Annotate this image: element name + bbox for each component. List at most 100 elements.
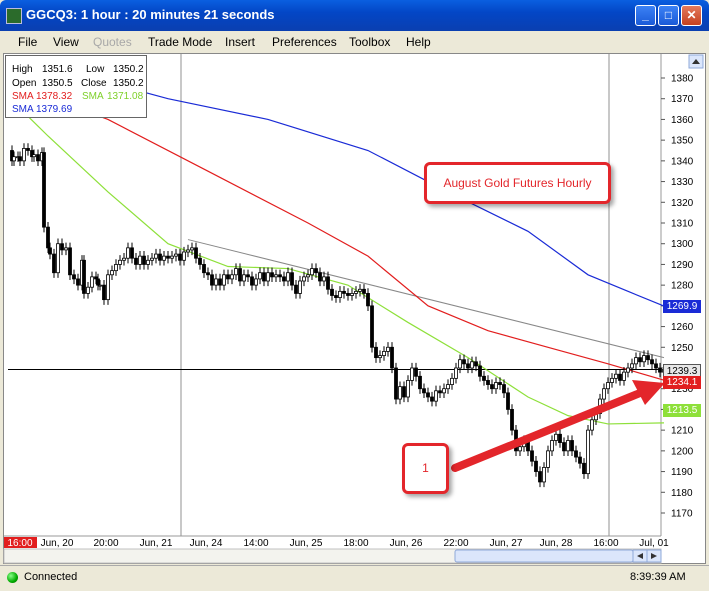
candle-body xyxy=(506,392,510,410)
candle-body xyxy=(142,255,146,265)
candle-body xyxy=(438,390,442,394)
candle-body xyxy=(278,274,282,278)
candle-body xyxy=(430,396,434,402)
candle-body xyxy=(406,380,410,398)
candle-body xyxy=(366,293,370,307)
candle-body xyxy=(474,361,478,367)
y-tick-label: 1320 xyxy=(671,198,694,209)
x-tick-label: Jun, 21 xyxy=(140,538,173,549)
candle-body xyxy=(242,274,246,282)
candle-body xyxy=(326,276,330,290)
candle-body xyxy=(390,346,394,369)
candle-body xyxy=(358,288,362,292)
candle-body xyxy=(96,278,100,286)
annotation-marker-1: 1 xyxy=(402,443,449,494)
candle-body xyxy=(518,446,522,452)
candle-body xyxy=(18,156,22,162)
candle-body xyxy=(470,361,474,369)
x-tick-label: 16:00 xyxy=(7,538,32,549)
x-tick-label: 22:00 xyxy=(443,538,468,549)
candle-body xyxy=(314,268,318,274)
candle-body xyxy=(370,305,374,348)
candle-body xyxy=(634,357,638,365)
x-tick-label: Jun, 24 xyxy=(190,538,223,549)
candle-body xyxy=(582,462,586,475)
candle-body xyxy=(68,247,72,276)
candle-body xyxy=(446,384,450,390)
y-tick-label: 1310 xyxy=(671,219,694,230)
candle-body xyxy=(434,390,438,402)
candle-body xyxy=(270,272,274,278)
candle-body xyxy=(478,365,482,377)
open-value: 1350.5 xyxy=(42,78,73,89)
connection-status-icon xyxy=(7,572,18,583)
candle-body xyxy=(174,253,178,257)
candle-body xyxy=(342,290,346,294)
candle-body xyxy=(542,467,546,483)
y-tick-label: 1300 xyxy=(671,239,694,250)
sma-blue-value: 1379.69 xyxy=(36,104,73,115)
candle-body xyxy=(338,290,342,298)
candle-body xyxy=(86,286,90,294)
candle-body xyxy=(130,247,134,259)
candle-body xyxy=(178,253,182,261)
scrollbar-thumb[interactable] xyxy=(454,549,634,563)
sma-green-line xyxy=(7,96,665,425)
sma-green-label: SMA xyxy=(82,91,104,102)
sma-blue-price-tag: 1269.9 xyxy=(663,300,701,313)
y-tick-label: 1380 xyxy=(671,74,694,85)
y-tick-label: 1210 xyxy=(671,426,694,437)
candle-body xyxy=(458,359,462,369)
candle-body xyxy=(350,293,354,296)
candle-body xyxy=(386,346,390,352)
y-tick-label: 1350 xyxy=(671,136,694,147)
candle-body xyxy=(162,255,166,261)
candle-body xyxy=(494,382,498,390)
y-tick-label: 1330 xyxy=(671,177,694,188)
high-value: 1351.6 xyxy=(42,64,73,75)
candle-body xyxy=(462,359,466,365)
y-tick-label: 1250 xyxy=(671,343,694,354)
candle-body xyxy=(262,272,266,282)
candle-body xyxy=(258,272,262,280)
candle-body xyxy=(286,272,290,282)
candle-body xyxy=(110,270,114,276)
y-tick-label: 1180 xyxy=(671,488,693,499)
quote-info-box: High 1351.6 Low 1350.2 Open 1350.5 Close… xyxy=(5,55,147,118)
sma-red-label: SMA xyxy=(12,91,34,102)
candle-body xyxy=(214,278,218,286)
candle-body xyxy=(382,351,386,356)
candle-body xyxy=(658,367,662,373)
x-tick-label: 14:00 xyxy=(243,538,268,549)
candle-body xyxy=(32,154,36,158)
candle-body xyxy=(158,253,162,261)
candle-body xyxy=(630,363,634,369)
candle-body xyxy=(12,156,16,162)
candle-body xyxy=(642,355,646,363)
x-tick-label: Jun, 20 xyxy=(41,538,74,549)
candle-body xyxy=(602,388,606,400)
candle-body xyxy=(590,419,594,431)
candle-body xyxy=(154,253,158,259)
y-tick-label: 1190 xyxy=(671,467,693,478)
candle-body xyxy=(290,272,294,286)
candle-body xyxy=(610,377,614,383)
candle-body xyxy=(198,257,202,265)
candle-body xyxy=(266,272,270,282)
candle-body xyxy=(538,471,542,483)
candle-body xyxy=(534,460,538,472)
candle-body xyxy=(226,274,230,280)
candle-body xyxy=(106,274,110,301)
candle-body xyxy=(306,274,310,278)
candle-body xyxy=(562,442,566,452)
candle-body xyxy=(482,375,486,381)
x-tick-label: Jun, 25 xyxy=(290,538,323,549)
candle-body xyxy=(114,264,118,272)
y-tick-label: 1280 xyxy=(671,281,694,292)
candle-body xyxy=(546,450,550,468)
candle-body xyxy=(298,280,302,294)
candle-body xyxy=(76,278,80,286)
candle-body xyxy=(558,433,562,443)
candle-body xyxy=(490,384,494,390)
candle-body xyxy=(52,253,56,274)
